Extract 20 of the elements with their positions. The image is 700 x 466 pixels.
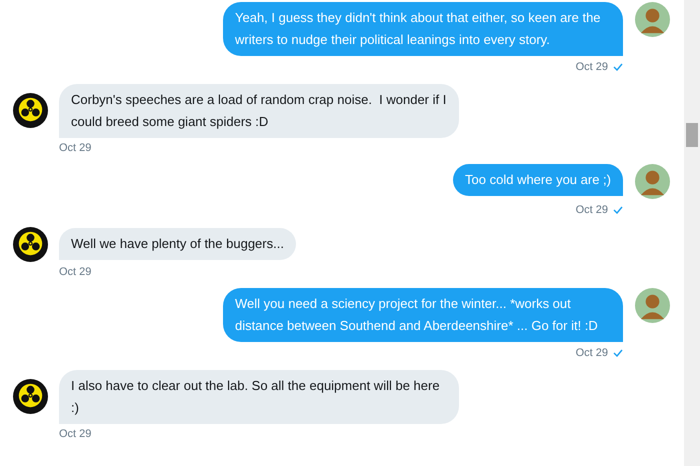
avatar xyxy=(635,288,670,323)
biohazard-avatar-icon xyxy=(13,93,48,128)
biohazard-avatar-icon xyxy=(13,379,48,414)
message-bubble: Too cold where you are ;) xyxy=(453,164,623,196)
biohazard-avatar-icon xyxy=(13,226,48,262)
message-date: Oct 29 xyxy=(59,140,92,156)
message-bubble: Well you need a sciency project for the winter... *works out distance between Southend and Aberdeenshire* ... Go for it! :D xyxy=(223,288,623,342)
message-bubble: Well we have plenty of the buggers... xyxy=(59,228,296,260)
message-date: Oct 29 xyxy=(576,346,608,361)
message-date: Oct 29 xyxy=(59,264,92,280)
message-bubble: Corbyn's speeches are a load of random crap noise. I wonder if I could breed some giant spiders :D xyxy=(59,84,459,138)
message-date: Oct 29 xyxy=(576,60,608,75)
message-date: Oct 29 xyxy=(59,426,92,442)
scrollbar[interactable] xyxy=(684,0,700,466)
avatar xyxy=(635,2,670,37)
avatar xyxy=(635,164,670,199)
scrollbar-thumb[interactable] xyxy=(686,123,698,147)
message-bubble: Yeah, I guess they didn't think about that either, so keen are the writers to nudge their political leanings into every story. xyxy=(223,2,623,56)
message-bubble: I also have to clear out the lab. So all the equipment will be here :) xyxy=(59,370,459,424)
message-date: Oct 29 xyxy=(576,203,608,218)
